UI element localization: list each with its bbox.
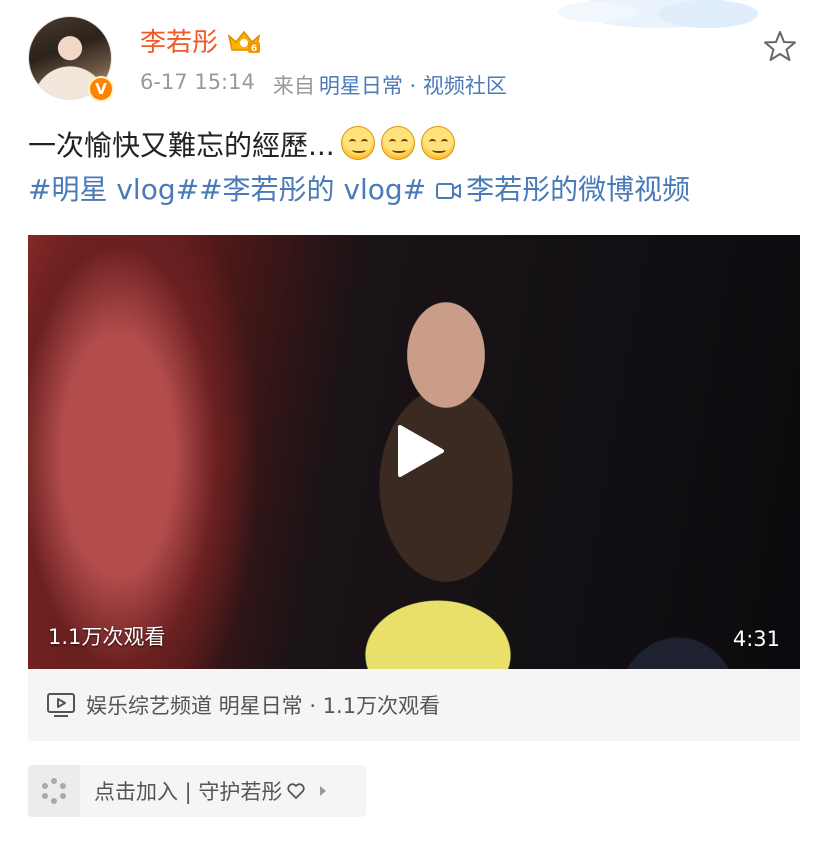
tv-icon xyxy=(47,693,75,717)
username[interactable]: 李若彤 xyxy=(140,22,218,59)
post-header: V 李若彤 6 6-17 15:14 来自 明星日常 · 视频社区 xyxy=(28,16,818,106)
name-row: 李若彤 6 xyxy=(140,22,262,59)
channel-bar[interactable]: 娱乐综艺频道 明星日常 · 1.1万次观看 xyxy=(28,669,800,741)
post-body: 一次愉快又難忘的經歷... #明星 vlog##李若彤的 vlog# 李若彤的微博… xyxy=(28,124,808,212)
topic-tags[interactable]: #明星 vlog##李若彤的 vlog# xyxy=(28,173,426,206)
video-duration: 4:31 xyxy=(732,627,780,651)
join-label: 点击加入 | 守护若彤 xyxy=(94,780,283,804)
post-topics-line: #明星 vlog##李若彤的 vlog# 李若彤的微博视频 xyxy=(28,168,808,212)
post-time: 6-17 15:14 xyxy=(140,70,255,94)
play-icon[interactable] xyxy=(392,423,448,479)
video-link-icon[interactable] xyxy=(436,181,462,201)
crown-icon[interactable]: 6 xyxy=(226,28,262,54)
video-link[interactable]: 李若彤的微博视频 xyxy=(466,173,690,206)
join-button[interactable]: 点击加入 | 守护若彤 xyxy=(28,765,366,817)
source-prefix: 来自 xyxy=(272,74,315,98)
star-icon[interactable] xyxy=(762,28,798,64)
verified-badge-icon: V xyxy=(88,76,114,102)
post-source[interactable]: 明星日常 · 视频社区 xyxy=(319,70,507,100)
emoji-smile-icon xyxy=(420,126,455,160)
emoji-smile-icon xyxy=(380,126,415,160)
avatar[interactable]: V xyxy=(28,16,114,102)
post-meta: 6-17 15:14 来自 明星日常 · 视频社区 xyxy=(140,70,507,100)
channel-text: 娱乐综艺频道 明星日常 · 1.1万次观看 xyxy=(86,694,441,718)
join-icon-box xyxy=(28,765,80,817)
arrow-right-icon xyxy=(320,786,327,796)
video-view-count: 1.1万次观看 xyxy=(48,625,166,649)
post-text: 一次愉快又難忘的經歷... xyxy=(28,129,335,162)
video-player[interactable]: 1.1万次观看 4:31 xyxy=(28,235,800,669)
heart-icon xyxy=(287,783,306,799)
emoji-smile-icon xyxy=(340,126,375,160)
spinner-icon xyxy=(42,778,66,804)
post-text-line: 一次愉快又難忘的經歷... xyxy=(28,124,808,168)
svg-text:6: 6 xyxy=(251,44,257,54)
